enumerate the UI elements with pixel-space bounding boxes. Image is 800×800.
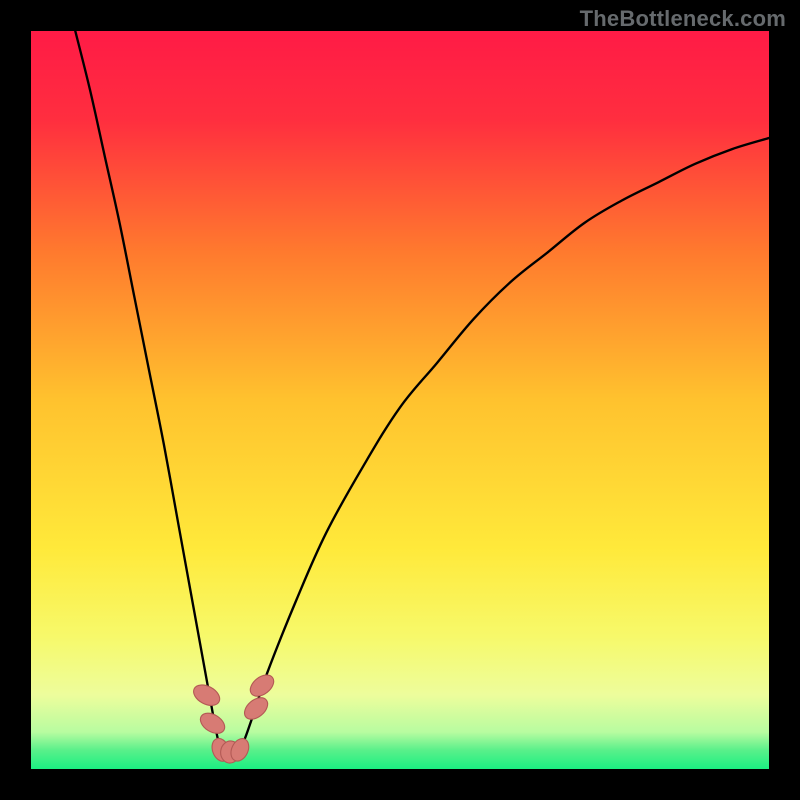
curve-marker: [246, 671, 277, 701]
curve-layer: [31, 31, 769, 769]
bottleneck-curve: [75, 31, 769, 756]
curve-markers: [190, 671, 278, 765]
curve-marker: [190, 681, 223, 710]
watermark-text: TheBottleneck.com: [580, 6, 786, 32]
plot-area: [31, 31, 769, 769]
outer-frame: TheBottleneck.com: [0, 0, 800, 800]
curve-marker: [240, 693, 271, 723]
